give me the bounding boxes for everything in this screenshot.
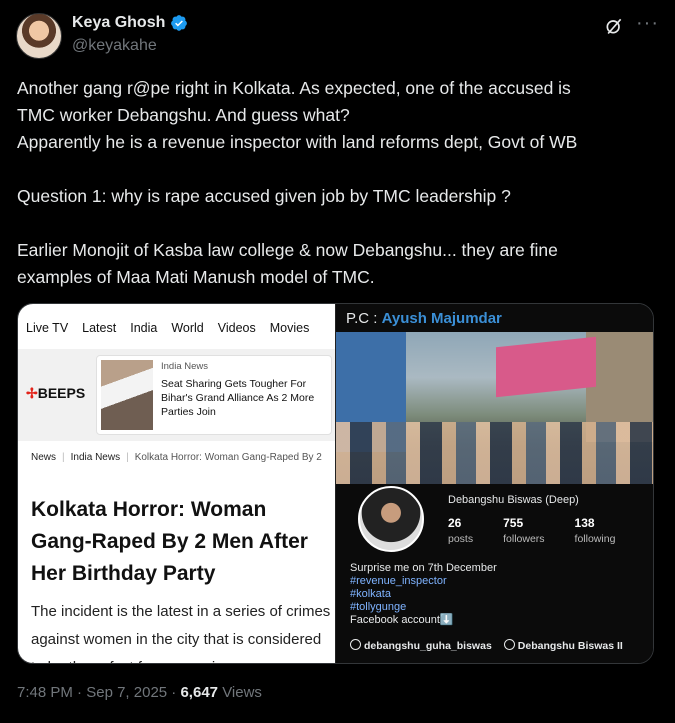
views-count: 6,647 [180,684,219,701]
author-name-row[interactable]: Keya Ghosh [72,14,188,32]
beeps-strip: ✢BEEPS India News Seat Sharing Gets Toug… [18,349,336,441]
group-photo [336,332,653,484]
stat-posts: 26 posts [448,516,473,545]
breadcrumb-item: Kolkata Horror: Woman Gang-Raped By 2 [134,452,322,463]
more-icon[interactable]: ··· [636,12,659,35]
photo-credit-name: Ayush Majumdar [381,310,502,327]
news-card: India News Seat Sharing Gets Tougher For… [96,355,332,435]
news-card-headline: Seat Sharing Gets Tougher For Bihar's Gr… [161,378,315,418]
verified-badge-icon [171,15,188,31]
tweet-date[interactable]: Sep 7, 2025 [86,684,167,701]
tweet-line: TMC worker Debangshu. And guess what? [17,105,350,125]
nav-item: Videos [217,321,256,335]
breadcrumb-item: News [31,452,57,463]
stat-label: followers [503,533,545,545]
tweet-line [17,210,662,237]
photo-credit: P.C : Ayush Majumdar [346,310,502,327]
nav-item: Live TV [26,321,69,335]
profile-bio: Surprise me on 7th December #revenue_ins… [350,562,497,627]
facebook-icon [503,639,515,650]
meta-dot: · [77,684,83,701]
tweet-line: examples of Maa Mati Manush model of TMC… [17,267,375,287]
stat-label: posts [448,533,474,545]
beeps-logo-text: BEEPS [37,385,86,401]
news-card-tag: India News [161,361,208,372]
threads-handle: debangshu_guha_biswas [364,640,492,652]
tweet-line: Earlier Monojit of Kasba law college & n… [17,240,558,260]
bio-line: Surprise me on 7th December [350,562,497,574]
nav-item: Latest [82,321,117,335]
media-left-screenshot[interactable]: Live TV Latest India World Videos Movies… [18,304,336,663]
photo-awning [496,336,596,398]
news-nav: Live TV Latest India World Videos Movies [26,321,309,335]
stat-value: 138 [574,516,595,530]
bio-line: Facebook account⬇️ [350,614,454,626]
article-title: Kolkata Horror: Woman Gang-Raped By 2 Me… [31,498,308,585]
news-thumbnail [101,360,153,430]
photo-credit-prefix: P.C : [346,310,378,327]
meta-dot: · [171,684,177,701]
tweet-line: Apparently he is a revenue inspector wit… [17,132,578,152]
nav-item: Movies [269,321,310,335]
tweet-line: Question 1: why is rape accused given jo… [17,186,511,206]
facebook-name: Debangshu Biswas II [517,640,623,652]
media-right-screenshot[interactable]: P.C : Ayush Majumdar Debangshu Biswas (D… [335,304,653,663]
stat-value: 755 [503,516,524,530]
breadcrumb-separator: | [126,452,129,463]
tweet-line: Another gang r@pe right in Kolkata. As e… [17,78,571,98]
tweet-meta: 7:48 PM · Sep 7, 2025 · 6,647 Views [17,684,262,701]
profile-avatar [358,486,424,552]
stat-followers: 755 followers [503,516,544,545]
tweet-text: Another gang r@pe right in Kolkata. As e… [17,75,662,291]
bio-hashtag: #tollygunge [350,601,407,613]
beeps-mark-icon: ✢ [26,385,38,401]
stat-label: following [574,533,616,545]
avatar[interactable] [16,13,62,59]
profile-stats: 26 posts 755 followers 138 following [448,516,615,545]
breadcrumb-separator: | [62,452,65,463]
threads-icon [350,639,361,650]
article-body: The incident is the latest in a series o… [31,603,331,663]
profile-name: Debangshu Biswas (Deep) [448,494,579,506]
nav-item: India [130,321,158,335]
tweet-line [17,156,662,183]
facebook-link: Debangshu Biswas II [503,639,623,652]
threads-link: debangshu_guha_biswas [350,639,492,652]
profile-links: debangshu_guha_biswas Debangshu Biswas I… [350,639,623,652]
beeps-logo: ✢BEEPS [26,385,85,402]
stat-following: 138 following [575,516,616,545]
views-label: Views [222,684,262,701]
tweet-time[interactable]: 7:48 PM [17,684,73,701]
author-name[interactable]: Keya Ghosh [72,14,165,32]
photo-crowd [336,422,653,484]
breadcrumb: News | India News | Kolkata Horror: Woma… [31,452,322,463]
breadcrumb-item: India News [70,452,121,463]
media-container[interactable]: Live TV Latest India World Videos Movies… [17,303,654,664]
stat-value: 26 [448,516,462,530]
grok-icon[interactable] [604,16,624,36]
nav-item: World [171,321,204,335]
author-handle[interactable]: @keyakahe [72,37,157,55]
bio-hashtag: #kolkata [350,588,391,600]
bio-hashtag: #revenue_inspector [350,575,447,587]
